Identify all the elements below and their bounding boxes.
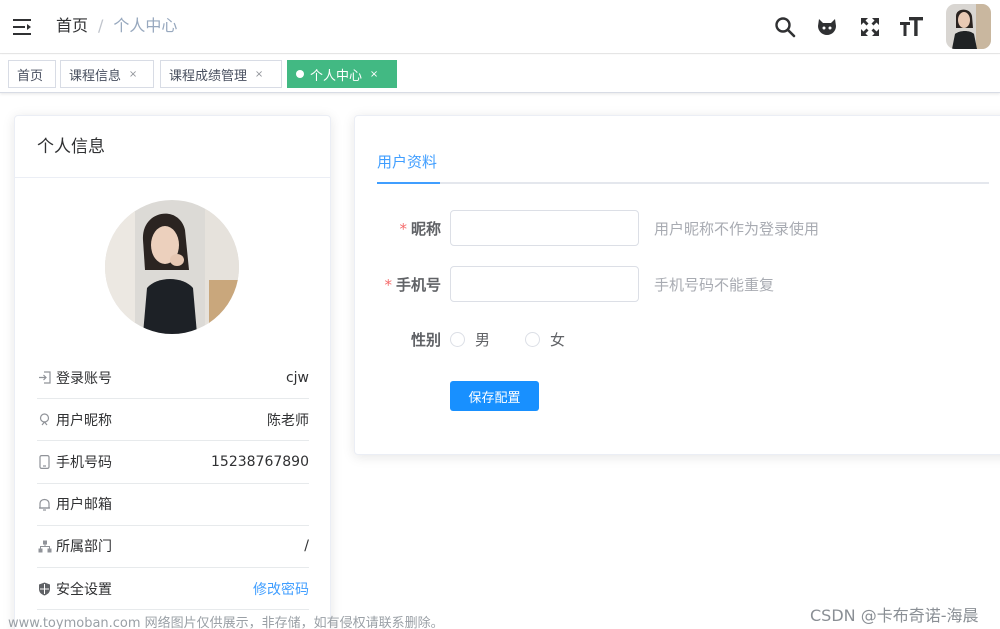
phone-label-text: 手机号 <box>395 275 441 294</box>
menu-fold-icon[interactable] <box>0 0 46 54</box>
profile-card-title: 个人信息 <box>15 116 330 178</box>
list-item: 登录账号 cjw <box>37 357 309 400</box>
breadcrumb-current: 个人中心 <box>113 16 178 35</box>
radio-circle-icon[interactable] <box>450 331 465 347</box>
list-item: 安全设置 修改密码 <box>37 568 309 611</box>
login-icon <box>37 370 52 385</box>
list-item: 用户昵称 陈老师 <box>37 399 309 442</box>
profile-avatar[interactable] <box>105 200 239 334</box>
list-item: 手机号码 15238767890 <box>37 441 309 484</box>
phone-label: * 手机号 <box>384 274 441 295</box>
tag-label: 课程信息 <box>69 68 122 84</box>
info-value: 15238767890 <box>211 453 309 470</box>
gender-option-label: 男 <box>475 330 491 349</box>
close-icon[interactable]: × <box>253 69 265 80</box>
info-label: 所属部门 <box>56 539 112 556</box>
user-form-card: 用户资料 * 昵称 用户昵称不作为登录使用 * 手机号 手机号码不能重复 性别 男 <box>354 115 1000 455</box>
list-item: 所属部门 / <box>37 526 309 568</box>
info-label: 安全设置 <box>56 581 112 598</box>
watermark-left: www.toymoban.com 网络图片仅供展示，非存储，如有侵权请联系删除。 <box>8 616 444 629</box>
watermark-right: CSDN @卡布奇诺-海晨 <box>810 606 979 625</box>
nickname-row: * 昵称 用户昵称不作为登录使用 <box>355 210 995 246</box>
profile-info-list: 登录账号 cjw 用户昵称 陈老师 手机号码 15238767890 用户邮箱 … <box>37 357 309 611</box>
tag-profile[interactable]: 个人中心 × <box>287 60 397 88</box>
info-label: 手机号码 <box>56 454 112 471</box>
phone-icon <box>37 454 52 469</box>
shield-icon <box>37 581 52 596</box>
info-label: 用户昵称 <box>56 412 112 429</box>
gender-label: 性别 <box>410 330 441 349</box>
tags-view: 首页 课程信息 × 课程成绩管理 × 个人中心 × <box>0 55 1000 93</box>
breadcrumb-separator: / <box>98 16 104 35</box>
search-icon[interactable] <box>773 15 797 39</box>
profile-card: 个人信息 登录账号 cjw 用户昵称 陈老师 手机号码 15238767890 … <box>14 115 331 629</box>
tab-user-profile[interactable]: 用户资料 <box>377 151 437 185</box>
tag-label: 课程成绩管理 <box>169 68 248 84</box>
gender-radio-male[interactable]: 男 <box>450 329 490 350</box>
info-label: 用户邮箱 <box>56 497 112 514</box>
phone-hint: 手机号码不能重复 <box>654 275 775 294</box>
breadcrumb-home[interactable]: 首页 <box>56 16 88 36</box>
nickname-label: * 昵称 <box>399 218 441 239</box>
required-mark: * <box>399 219 407 238</box>
active-dot-icon <box>296 70 304 78</box>
user-avatar[interactable] <box>946 4 991 49</box>
gender-radio-female[interactable]: 女 <box>525 329 565 350</box>
breadcrumb: 首页 / 个人中心 <box>56 16 177 36</box>
info-label: 登录账号 <box>56 370 112 387</box>
info-value: cjw <box>285 369 309 386</box>
fullscreen-icon[interactable] <box>858 15 882 39</box>
change-password-link[interactable]: 修改密码 <box>253 579 309 599</box>
gender-row: 性别 男 女 <box>355 321 995 357</box>
phone-row: * 手机号 手机号码不能重复 <box>355 266 995 302</box>
tree-icon <box>37 539 52 554</box>
tag-course-info[interactable]: 课程信息 × <box>60 60 154 88</box>
close-icon[interactable]: × <box>368 69 380 80</box>
gender-option-label: 女 <box>550 330 566 349</box>
close-icon[interactable]: × <box>127 69 139 80</box>
tab-bar: 用户资料 <box>377 148 989 184</box>
info-value: 陈老师 <box>267 412 309 429</box>
tag-label: 首页 <box>17 68 44 84</box>
navbar: 首页 / 个人中心 <box>0 0 1000 54</box>
phone-input[interactable] <box>450 266 639 302</box>
save-button[interactable]: 保存配置 <box>450 381 539 411</box>
tag-label: 个人中心 <box>310 68 363 84</box>
email-icon <box>37 497 52 512</box>
nickname-label-text: 昵称 <box>410 219 441 238</box>
nickname-input[interactable] <box>450 210 639 246</box>
github-icon[interactable] <box>815 15 839 39</box>
tag-course-grades[interactable]: 课程成绩管理 × <box>160 60 282 88</box>
info-value: / <box>304 538 309 555</box>
font-size-icon[interactable] <box>900 15 924 39</box>
list-item: 用户邮箱 <box>37 484 309 526</box>
radio-circle-icon[interactable] <box>525 331 540 347</box>
user-icon <box>37 412 52 427</box>
active-tab-indicator <box>377 182 440 184</box>
tag-home[interactable]: 首页 <box>8 60 56 88</box>
nickname-hint: 用户昵称不作为登录使用 <box>654 219 820 238</box>
required-mark: * <box>384 275 392 294</box>
